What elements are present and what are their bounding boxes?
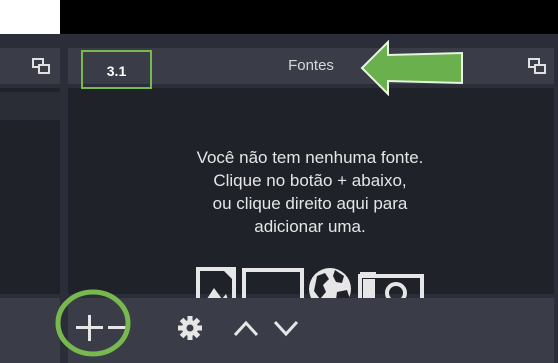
gear-icon	[178, 316, 202, 340]
empty-sources-message: Você não tem nenhuma fonte. Clique no bo…	[108, 146, 512, 238]
sources-toolbar	[68, 298, 554, 363]
empty-message-line: ou clique direito aqui para	[212, 194, 408, 213]
annotation-step-label: 3.1	[106, 63, 127, 79]
annotation-circle	[55, 289, 131, 357]
sources-list[interactable]: Você não tem nenhuma fonte. Clique no bo…	[68, 88, 554, 312]
annotation-arrow-icon	[360, 40, 463, 96]
top-left-background	[0, 0, 60, 34]
undock-icon[interactable]	[32, 58, 50, 74]
empty-message-line: Você não tem nenhuma fonte.	[196, 148, 424, 167]
top-black-bar	[60, 0, 558, 34]
scenes-toolbar	[0, 298, 60, 363]
empty-message-line: Clique no botão + abaixo,	[213, 171, 407, 190]
empty-message-line: adicionar uma.	[254, 217, 366, 236]
move-source-up-button[interactable]	[224, 306, 268, 350]
scenes-panel-header	[0, 48, 60, 84]
scene-list-item[interactable]	[0, 92, 60, 120]
undock-icon[interactable]	[528, 58, 546, 74]
move-source-down-button[interactable]	[264, 306, 308, 350]
chevron-down-icon	[273, 320, 299, 337]
chevron-up-icon	[233, 320, 259, 337]
source-properties-button[interactable]	[168, 306, 212, 350]
sources-panel: Fontes Você não tem nenhuma fonte. Cliqu…	[68, 48, 554, 363]
